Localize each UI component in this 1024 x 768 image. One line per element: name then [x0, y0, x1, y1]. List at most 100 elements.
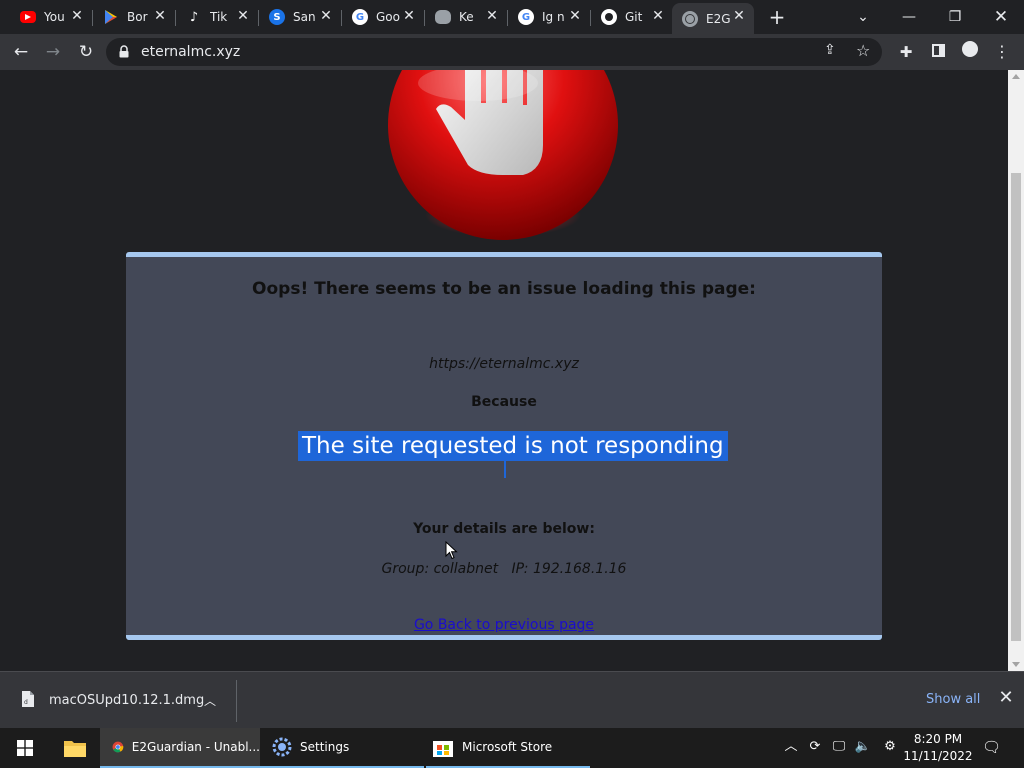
lock-icon [119, 45, 129, 58]
side-panel-icon[interactable] [925, 39, 951, 65]
github-icon [601, 9, 617, 25]
sync-icon[interactable]: ⟳ [806, 738, 824, 756]
browser-toolbar: ← → ↻ eternalmc.xyz ⇪ ☆ ✚ ⋮ [0, 34, 1024, 70]
chevron-up-icon[interactable]: ︿ [782, 738, 800, 756]
tab-title: Bor [127, 10, 148, 24]
volume-icon[interactable]: 🔈 [854, 738, 872, 756]
stop-hand-icon [388, 70, 618, 240]
page-scrollbar[interactable] [1008, 70, 1024, 671]
close-icon[interactable]: ✕ [485, 9, 499, 23]
globe-icon [682, 10, 698, 27]
gear-icon[interactable]: ⚙ [881, 738, 899, 756]
windows-logo-icon [17, 740, 33, 756]
tab-title: Ke [459, 10, 474, 24]
tab-github[interactable]: Git ✕ [591, 3, 673, 31]
tab-apple[interactable]: Ke ✕ [425, 3, 507, 31]
youtube-icon [20, 11, 36, 23]
profile-icon[interactable] [957, 39, 983, 65]
store-icon [433, 741, 453, 757]
download-bar: d macOSUpd10.12.1.dmg ︿ Show all ✕ [0, 671, 1024, 728]
taskbar-label: Settings [300, 740, 350, 754]
close-icon[interactable]: ✕ [651, 9, 665, 23]
tab-tiktok[interactable]: ♪ Tik ✕ [176, 3, 258, 31]
minimize-button[interactable]: — [886, 4, 932, 30]
scrollbar-thumb[interactable] [1011, 173, 1021, 641]
windows-taskbar: E2Guardian - Unabl... Settings Microsoft… [0, 728, 1024, 768]
settings-icon [272, 737, 292, 757]
system-clock[interactable]: 8:20 PM 11/11/2022 [902, 731, 974, 765]
show-all-button[interactable]: Show all [926, 692, 980, 707]
close-icon[interactable]: ✕ [70, 9, 84, 23]
tab-google-2[interactable]: G Ig n ✕ [508, 3, 590, 31]
notifications-icon[interactable]: 🗨 [982, 738, 1001, 756]
chevron-up-icon[interactable]: ︿ [204, 692, 222, 708]
taskbar-chrome[interactable]: E2Guardian - Unabl... [100, 728, 260, 768]
scroll-down-arrow-icon[interactable] [1012, 662, 1020, 667]
forward-button[interactable]: → [40, 39, 66, 65]
tab-google[interactable]: G Goo ✕ [342, 3, 424, 31]
tab-title: You [44, 10, 65, 24]
taskbar-store[interactable]: Microsoft Store [426, 728, 590, 768]
close-download-bar-icon[interactable]: ✕ [996, 688, 1016, 708]
play-store-icon [103, 9, 119, 25]
share-icon[interactable]: ⇪ [824, 42, 836, 58]
close-icon[interactable]: ✕ [153, 9, 167, 23]
text-cursor [504, 461, 506, 478]
start-button[interactable] [0, 728, 50, 768]
bookmark-star-icon[interactable]: ☆ [856, 41, 870, 60]
folder-icon [64, 741, 86, 757]
close-window-button[interactable]: ✕ [978, 4, 1024, 30]
page-content: Oops! There seems to be an issue loading… [0, 70, 1008, 671]
tab-title: Goo [376, 10, 400, 24]
network-icon[interactable]: 🖵 [830, 738, 848, 756]
clock-time: 8:20 PM [913, 732, 963, 746]
close-icon[interactable]: ✕ [402, 9, 416, 23]
tab-title: Tik [210, 10, 228, 24]
go-back-link-text[interactable]: Go Back to previous page [414, 617, 594, 633]
error-panel: Oops! There seems to be an issue loading… [126, 252, 882, 640]
google-icon: G [352, 9, 368, 25]
url-text: eternalmc.xyz [141, 44, 241, 60]
chrome-icon [112, 741, 124, 753]
tab-e2guardian[interactable]: E2G ✕ [672, 3, 754, 34]
details-heading: Your details are below: [413, 521, 595, 537]
group-ip-info: Group: collabnet IP: 192.168.1.16 [381, 561, 627, 577]
tiktok-icon: ♪ [189, 9, 199, 25]
block-reason: The site requested is not responding [298, 431, 728, 461]
tab-youtube[interactable]: You ✕ [10, 3, 92, 31]
apple-icon [435, 10, 451, 24]
go-back-link[interactable]: Go Back to previous page [126, 617, 882, 633]
svg-text:d: d [24, 699, 28, 706]
divider [236, 680, 237, 722]
blocked-url: https://eternalmc.xyz [429, 356, 579, 372]
s-icon: S [269, 9, 285, 25]
close-icon[interactable]: ✕ [236, 9, 250, 23]
taskbar-label: E2Guardian - Unabl... [131, 740, 260, 754]
file-explorer-button[interactable] [50, 728, 100, 768]
address-bar[interactable]: eternalmc.xyz ⇪ ☆ [106, 38, 882, 66]
scroll-up-arrow-icon[interactable] [1012, 74, 1020, 79]
google-icon: G [518, 9, 534, 25]
restore-button[interactable]: ❐ [932, 4, 978, 30]
tab-search-button[interactable]: ⌄ [840, 4, 886, 30]
tab-san[interactable]: S San ✕ [259, 3, 341, 31]
mouse-cursor-icon [445, 541, 458, 560]
menu-kebab-icon[interactable]: ⋮ [989, 39, 1015, 65]
clock-date: 11/11/2022 [903, 749, 973, 763]
file-icon: d [22, 691, 34, 707]
download-filename[interactable]: macOSUpd10.12.1.dmg [49, 693, 204, 708]
close-icon[interactable]: ✕ [568, 9, 582, 23]
tab-title: Ig n [542, 10, 565, 24]
tab-title: San [293, 10, 316, 24]
tab-play-store[interactable]: Bor ✕ [93, 3, 175, 31]
close-icon[interactable]: ✕ [319, 9, 333, 23]
taskbar-settings[interactable]: Settings [260, 728, 424, 768]
back-button[interactable]: ← [8, 39, 34, 65]
reload-button[interactable]: ↻ [73, 39, 99, 65]
error-heading: Oops! There seems to be an issue loading… [252, 279, 756, 299]
tab-title: E2G [706, 11, 730, 26]
extensions-icon[interactable]: ✚ [893, 39, 919, 65]
taskbar-label: Microsoft Store [462, 740, 553, 754]
new-tab-button[interactable]: + [766, 6, 788, 28]
close-icon[interactable]: ✕ [732, 9, 746, 23]
